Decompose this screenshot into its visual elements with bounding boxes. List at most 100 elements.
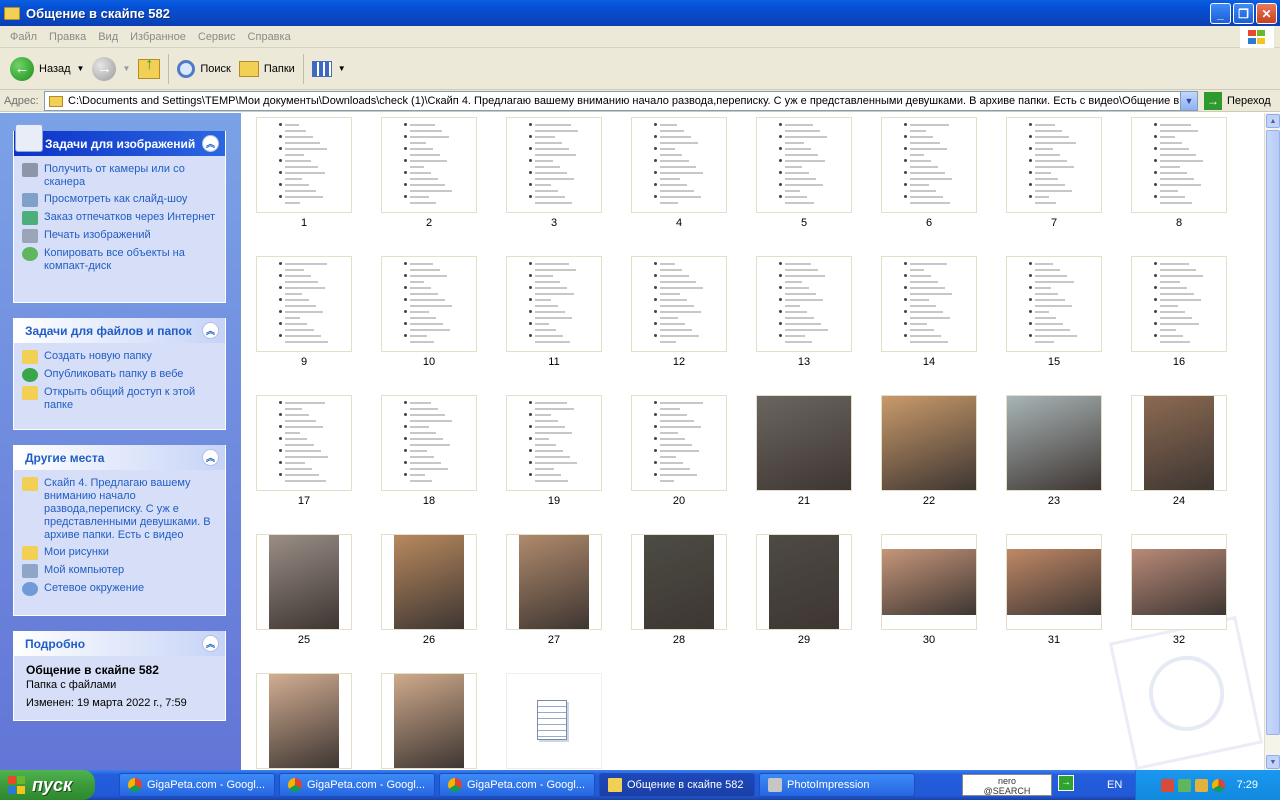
thumbnail-item-35[interactable] xyxy=(506,673,602,769)
thumbnail-caption[interactable]: 19 xyxy=(506,495,602,507)
thumbnail-caption[interactable]: 22 xyxy=(881,495,977,507)
thumbnail-caption[interactable]: 30 xyxy=(881,634,977,646)
file-tasks-header[interactable]: Задачи для файлов и папок ︽ xyxy=(14,318,225,343)
task-order-prints[interactable]: Заказ отпечатков через Интернет xyxy=(22,211,217,225)
collapse-icon[interactable]: ︽ xyxy=(202,135,219,152)
thumbnail-caption[interactable]: 21 xyxy=(756,495,852,507)
thumbnail-caption[interactable]: 8 xyxy=(1131,217,1227,229)
thumbnail-caption[interactable]: 31 xyxy=(1006,634,1102,646)
minimize-button[interactable]: _ xyxy=(1210,3,1231,24)
thumbnail-caption[interactable]: 7 xyxy=(1006,217,1102,229)
search-button[interactable]: Поиск xyxy=(173,51,234,87)
close-button[interactable]: ✕ xyxy=(1256,3,1277,24)
image-tasks-header[interactable]: Задачи для изображений ︽ xyxy=(14,124,225,156)
thumbnail-item-34[interactable] xyxy=(381,673,477,769)
thumbnail-caption[interactable]: 11 xyxy=(506,356,602,368)
place-my-pictures[interactable]: Мои рисунки xyxy=(22,546,217,560)
thumbnail-20[interactable] xyxy=(631,395,727,491)
task-get-from-camera[interactable]: Получить от камеры или со сканера xyxy=(22,163,217,189)
thumbnail-view[interactable]: 1 2 3 4 5 6 7 8 9 10 11 12 13 14 15 16 17 18 19 20 21 22 23 24 2… xyxy=(241,113,1264,770)
thumbnail-caption[interactable]: 18 xyxy=(381,495,477,507)
task-copy-to-cd[interactable]: Копировать все объекты на компакт-диск xyxy=(22,247,217,273)
details-header[interactable]: Подробно ︽ xyxy=(14,631,225,656)
thumbnail-11[interactable] xyxy=(506,256,602,352)
thumbnail-caption[interactable]: 12 xyxy=(631,356,727,368)
thumbnail-item-33[interactable] xyxy=(256,673,352,769)
quick-launch-icon[interactable]: → xyxy=(1058,775,1074,791)
forward-button[interactable]: → ▼ xyxy=(88,51,134,87)
thumbnail-caption[interactable]: 6 xyxy=(881,217,977,229)
taskbar-button-photoimpression[interactable]: PhotoImpression xyxy=(759,773,915,797)
thumbnail-12[interactable] xyxy=(631,256,727,352)
tray-chrome-icon[interactable] xyxy=(1211,778,1225,792)
thumbnail-caption[interactable]: 23 xyxy=(1006,495,1102,507)
views-button[interactable]: ▼ xyxy=(308,51,350,87)
collapse-icon[interactable]: ︽ xyxy=(202,449,219,466)
other-places-header[interactable]: Другие места ︽ xyxy=(14,445,225,470)
menu-view[interactable]: Вид xyxy=(92,31,124,43)
address-input[interactable]: C:\Documents and Settings\TEMP\Мои докум… xyxy=(44,91,1198,111)
thumbnail-7[interactable] xyxy=(1006,117,1102,213)
thumbnail-caption[interactable]: 2 xyxy=(381,217,477,229)
thumbnail-29[interactable] xyxy=(756,534,852,630)
thumbnail-13[interactable] xyxy=(756,256,852,352)
thumbnail-caption[interactable]: 20 xyxy=(631,495,727,507)
thumbnail-8[interactable] xyxy=(1131,117,1227,213)
thumbnail-caption[interactable]: 26 xyxy=(381,634,477,646)
thumbnail-caption[interactable]: 15 xyxy=(1006,356,1102,368)
task-slideshow[interactable]: Просмотреть как слайд-шоу xyxy=(22,193,217,207)
thumbnail-30[interactable] xyxy=(881,534,977,630)
thumbnail-caption[interactable]: 4 xyxy=(631,217,727,229)
menu-tools[interactable]: Сервис xyxy=(192,31,242,43)
thumbnail-4[interactable] xyxy=(631,117,727,213)
thumbnail-15[interactable] xyxy=(1006,256,1102,352)
thumbnail-caption[interactable]: 14 xyxy=(881,356,977,368)
thumbnail-9[interactable] xyxy=(256,256,352,352)
thumbnail-18[interactable] xyxy=(381,395,477,491)
thumbnail-10[interactable] xyxy=(381,256,477,352)
task-new-folder[interactable]: Создать новую папку xyxy=(22,350,217,364)
chevron-down-icon[interactable]: ▼ xyxy=(1180,92,1197,110)
start-button[interactable]: пуск xyxy=(0,770,95,800)
up-folder-button[interactable]: ↑ xyxy=(134,51,164,87)
thumbnail-caption[interactable]: 1 xyxy=(256,217,352,229)
chevron-down-icon[interactable]: ▼ xyxy=(122,64,130,73)
menu-edit[interactable]: Правка xyxy=(43,31,92,43)
thumbnail-1[interactable] xyxy=(256,117,352,213)
thumbnail-28[interactable] xyxy=(631,534,727,630)
taskbar-button-explorer[interactable]: Общение в скайпе 582 xyxy=(599,773,755,797)
thumbnail-caption[interactable]: 28 xyxy=(631,634,727,646)
scrollbar-thumb[interactable] xyxy=(1266,130,1280,735)
thumbnail-24[interactable] xyxy=(1131,395,1227,491)
thumbnail-32[interactable] xyxy=(1131,534,1227,630)
thumbnail-19[interactable] xyxy=(506,395,602,491)
title-bar[interactable]: Общение в скайпе 582 _ ❐ ✕ xyxy=(0,0,1280,26)
thumbnail-23[interactable] xyxy=(1006,395,1102,491)
thumbnail-14[interactable] xyxy=(881,256,977,352)
clock[interactable]: 7:29 xyxy=(1237,779,1258,791)
thumbnail-21[interactable] xyxy=(756,395,852,491)
thumbnail-17[interactable] xyxy=(256,395,352,491)
thumbnail-caption[interactable]: 16 xyxy=(1131,356,1227,368)
thumbnail-caption[interactable]: 3 xyxy=(506,217,602,229)
thumbnail-caption[interactable]: 10 xyxy=(381,356,477,368)
collapse-icon[interactable]: ︽ xyxy=(202,635,219,652)
task-print-images[interactable]: Печать изображений xyxy=(22,229,217,243)
thumbnail-caption[interactable]: 25 xyxy=(256,634,352,646)
place-network[interactable]: Сетевое окружение xyxy=(22,582,217,596)
scroll-up-button[interactable]: ▲ xyxy=(1266,114,1280,128)
thumbnail-caption[interactable]: 9 xyxy=(256,356,352,368)
thumbnail-caption[interactable]: 32 xyxy=(1131,634,1227,646)
taskbar-button-chrome-2[interactable]: GigaPeta.com - Googl... xyxy=(279,773,435,797)
tray-security-icon[interactable] xyxy=(1194,778,1208,792)
menu-help[interactable]: Справка xyxy=(242,31,297,43)
thumbnail-caption[interactable]: 24 xyxy=(1131,495,1227,507)
collapse-icon[interactable]: ︽ xyxy=(202,322,219,339)
scroll-down-button[interactable]: ▼ xyxy=(1266,755,1280,769)
back-button[interactable]: ← Назад ▼ xyxy=(6,51,88,87)
maximize-button[interactable]: ❐ xyxy=(1233,3,1254,24)
menu-file[interactable]: Файл xyxy=(4,31,43,43)
menu-favorites[interactable]: Избранное xyxy=(124,31,192,43)
thumbnail-26[interactable] xyxy=(381,534,477,630)
vertical-scrollbar[interactable]: ▲ ▼ xyxy=(1264,113,1280,770)
